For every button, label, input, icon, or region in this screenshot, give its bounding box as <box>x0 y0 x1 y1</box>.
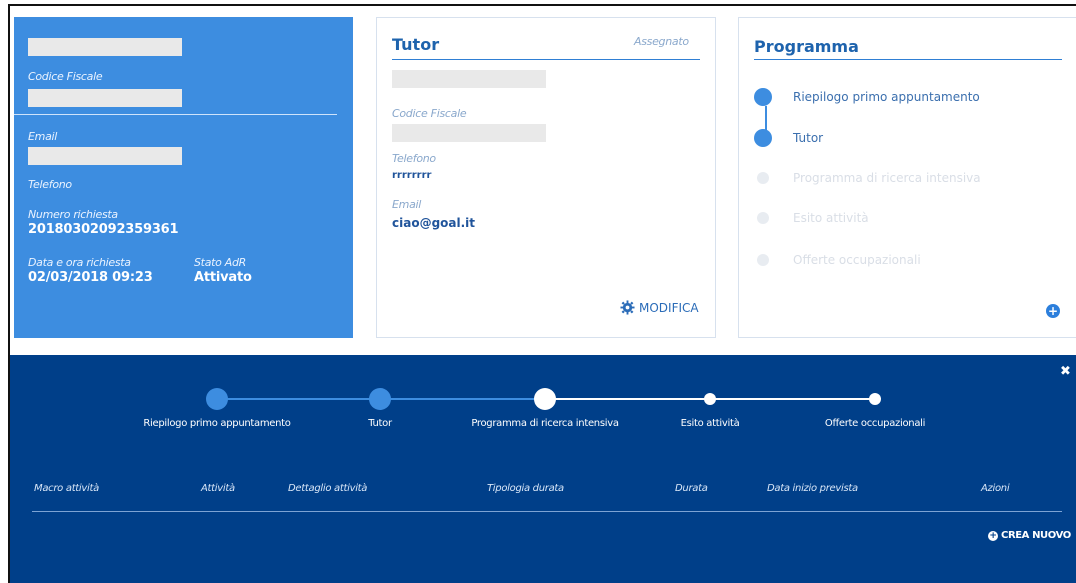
programma-title-rule <box>754 59 1062 60</box>
progress-dot-offerte <box>869 393 881 405</box>
step-label: Tutor <box>793 131 824 145</box>
modifica-label: MODIFICA <box>639 300 699 315</box>
step-dot <box>754 88 772 106</box>
programma-step-offerte: Offerte occupazionali <box>754 250 994 270</box>
column-header-dettaglio: Dettaglio attività <box>288 483 368 494</box>
numero-richiesta-label: Numero richiesta <box>28 208 118 221</box>
column-header-attivita: Attività <box>201 483 235 494</box>
progress-dot-riepilogo[interactable] <box>206 388 228 410</box>
step-dot <box>757 212 769 224</box>
column-header-durata: Durata <box>675 483 708 494</box>
codice-fiscale-placeholder <box>28 89 182 107</box>
step-dot <box>754 129 772 147</box>
column-header-data-inizio: Data inizio prevista <box>767 483 858 494</box>
step-dot <box>757 254 769 266</box>
close-icon[interactable]: ✖ <box>1060 364 1071 379</box>
progress-label: Offerte occupazionali <box>824 418 926 429</box>
modifica-button[interactable]: MODIFICA <box>620 300 699 315</box>
step-label: Programma di ricerca intensiva <box>793 171 981 185</box>
stato-adr-label: Stato AdR <box>194 256 247 269</box>
progress-track-done <box>217 398 380 400</box>
gear-icon <box>620 300 635 315</box>
crea-nuovo-label: CREA NUOVO <box>1001 530 1071 541</box>
tutor-telefono-value: rrrrrrrr <box>392 170 432 181</box>
crea-nuovo-button[interactable]: + CREA NUOVO <box>988 530 1071 541</box>
step-label: Esito attività <box>793 211 869 225</box>
tutor-status: Assegnato <box>634 35 689 48</box>
plus-circle-icon: + <box>988 530 998 541</box>
programma-title: Programma <box>754 37 859 56</box>
email-label: Email <box>28 130 58 143</box>
column-header-azioni: Azioni <box>981 483 1010 494</box>
step-label: Riepilogo primo appuntamento <box>793 90 980 104</box>
telefono-label: Telefono <box>28 178 72 191</box>
programma-step-tutor[interactable]: Tutor <box>754 128 994 148</box>
tutor-telefono-label: Telefono <box>392 152 436 165</box>
codice-fiscale-label: Codice Fiscale <box>28 70 103 83</box>
data-ora-value: 02/03/2018 09:23 <box>28 270 153 285</box>
step-dot <box>757 172 769 184</box>
tutor-name-placeholder <box>392 70 546 88</box>
progress-dot-esito <box>704 393 716 405</box>
progress-dot-ricerca[interactable] <box>534 388 556 410</box>
programma-step-riepilogo[interactable]: Riepilogo primo appuntamento <box>754 87 994 107</box>
progress-label: Riepilogo primo appuntamento <box>143 418 291 429</box>
progress-dot-tutor[interactable] <box>369 388 391 410</box>
column-header-tipologia: Tipologia durata <box>487 483 564 494</box>
programma-step-esito: Esito attività <box>754 208 994 228</box>
tutor-title: Tutor <box>392 35 440 54</box>
progress-label: Programma di ricerca intensiva <box>471 418 619 429</box>
progress-label: Tutor <box>368 418 392 429</box>
tutor-codice-fiscale-placeholder <box>392 124 546 142</box>
data-ora-label: Data e ora richiesta <box>28 256 131 269</box>
numero-richiesta-value: 20180302092359361 <box>28 222 179 237</box>
name-placeholder <box>28 38 182 56</box>
profile-divider <box>14 114 337 115</box>
tutor-title-rule <box>392 59 700 60</box>
stato-adr-value: Attivato <box>194 270 252 285</box>
column-header-macro-attivita: Macro attività <box>34 483 99 494</box>
programma-step-ricerca: Programma di ricerca intensiva <box>754 168 994 188</box>
progress-label: Esito attività <box>680 418 740 429</box>
tutor-email-value[interactable]: ciao@goal.it <box>392 216 475 230</box>
step-label: Offerte occupazionali <box>793 253 921 267</box>
tutor-email-label: Email <box>392 198 422 211</box>
plus-circle-icon[interactable]: + <box>1046 304 1060 318</box>
email-placeholder <box>28 147 182 165</box>
progress-track-done <box>380 398 545 400</box>
table-header-rule <box>32 511 1062 512</box>
tutor-codice-fiscale-label: Codice Fiscale <box>392 107 467 120</box>
